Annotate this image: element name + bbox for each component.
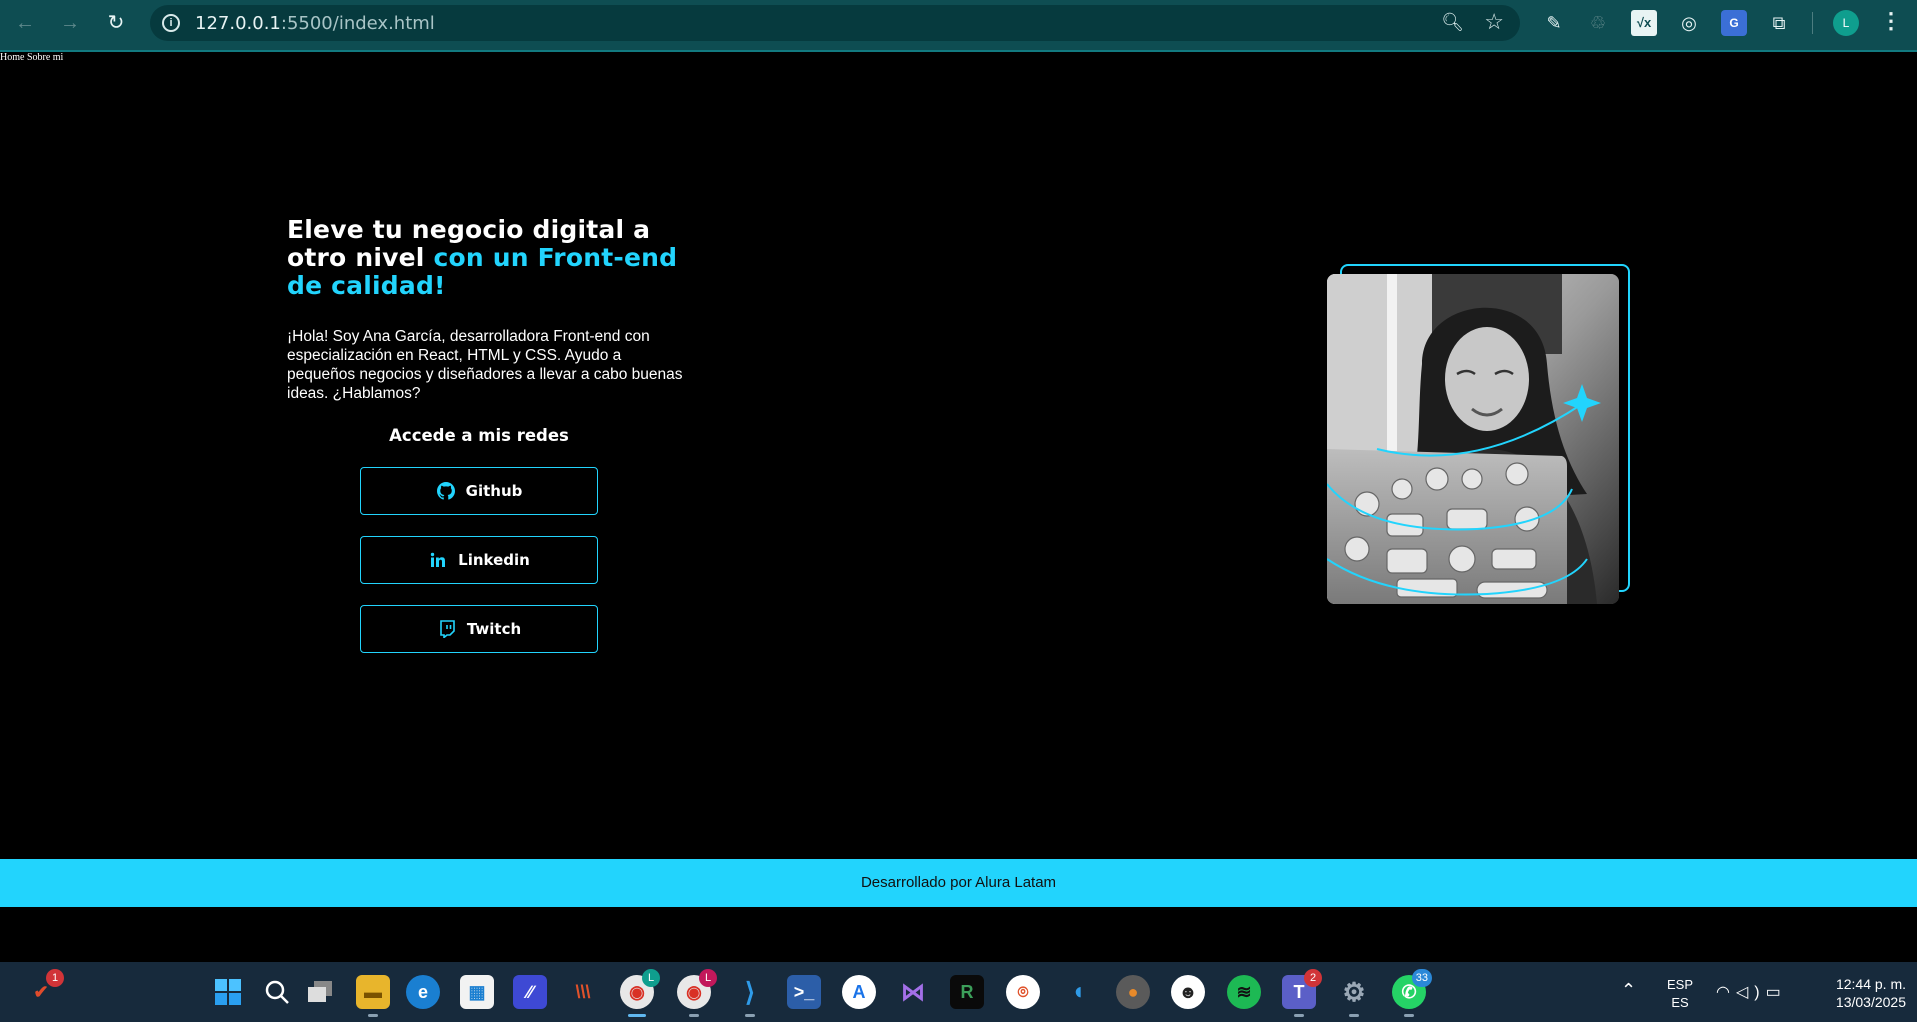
spotify-icon[interactable]: ≋	[1227, 975, 1261, 1009]
file-explorer-icon[interactable]: ▬	[356, 975, 390, 1017]
hero-title: Eleve tu negocio digital a otro nivel co…	[287, 216, 687, 300]
github-label: Github	[465, 482, 523, 500]
task-view-icon[interactable]	[303, 975, 337, 1009]
chrome-second-profile-icon[interactable]: ◉ L	[677, 969, 717, 1017]
math-extension-icon[interactable]: √x	[1631, 10, 1657, 36]
todo-app-icon[interactable]: ✔ 1	[24, 969, 64, 1009]
linkedin-button[interactable]: Linkedin	[360, 536, 598, 584]
language-code: ESP	[1666, 977, 1693, 992]
todo-badge: 1	[46, 969, 64, 987]
clock[interactable]: 12:44 p. m. 13/03/2025	[1808, 975, 1906, 1011]
clock-date: 13/03/2025	[1835, 994, 1906, 1010]
back-arrow-icon[interactable]: ←	[12, 10, 38, 36]
eyedropper-extension-icon[interactable]: ✎	[1541, 10, 1567, 36]
search-icon[interactable]	[260, 975, 294, 1009]
visual-studio-icon[interactable]: ⋈	[896, 975, 930, 1009]
chrome-profile-badge: L	[642, 969, 660, 987]
chrome-second-profile-badge: L	[699, 969, 717, 987]
running-indicator	[689, 1014, 699, 1017]
running-indicator	[368, 1014, 378, 1017]
microsoft-store-icon[interactable]: ▦	[460, 975, 494, 1009]
vscode-icon[interactable]: ⟩	[733, 975, 767, 1017]
edge-browser-icon[interactable]: e	[406, 975, 440, 1009]
top-nav-links[interactable]: Home Sobre mi	[0, 52, 63, 63]
hero-description: ¡Hola! Soy Ana García, desarrolladora Fr…	[287, 328, 683, 402]
bookmark-star-icon[interactable]: ☆	[1484, 9, 1504, 35]
volume-icon[interactable]: ◁)	[1736, 984, 1766, 1001]
github-button[interactable]: Github	[360, 467, 598, 515]
language-indicator[interactable]: ESP ES	[1665, 976, 1695, 1012]
whatsapp-icon[interactable]: ✆ 33	[1392, 969, 1432, 1017]
github-icon	[436, 481, 456, 501]
footer: Desarrollado por Alura Latam	[0, 859, 1917, 907]
reload-icon[interactable]: ↻	[103, 10, 129, 36]
chrome-profile-icon[interactable]: ◉ L	[620, 969, 660, 1017]
profile-avatar[interactable]: L	[1833, 10, 1859, 36]
settings-gear-icon[interactable]: ⚙	[1337, 975, 1371, 1017]
url-text[interactable]: 127.0.0.1:5500/index.html	[195, 13, 435, 34]
profile-photo	[1327, 274, 1619, 604]
whatsapp-badge: 33	[1411, 969, 1432, 987]
teams-icon[interactable]: T2	[1282, 969, 1322, 1017]
windows-start-icon[interactable]	[211, 975, 245, 1009]
forward-arrow-icon[interactable]: →	[57, 10, 83, 36]
running-indicator	[1404, 1014, 1414, 1017]
menu-kebab-icon[interactable]: ⋮	[1880, 8, 1902, 34]
code-editor-icon[interactable]: ∕∕	[513, 975, 547, 1009]
android-studio-icon[interactable]: A	[842, 975, 876, 1009]
twitch-label: Twitch	[466, 620, 522, 638]
toolbar-divider	[1812, 12, 1813, 34]
active-indicator	[628, 1014, 646, 1017]
windows-taskbar: ✔ 1 ▬ e ▦ ∕∕ \\\ ◉ L ◉ L ⟩ >_ A ⋈ R ⌾ ◖ ● ☻…	[0, 962, 1917, 1022]
running-indicator	[1349, 1014, 1359, 1017]
alien-app-icon[interactable]: ☻	[1171, 975, 1205, 1009]
system-tray-icons[interactable]: ◠◁)▭	[1716, 982, 1787, 1002]
powershell-icon[interactable]: >_	[787, 975, 821, 1009]
url-host: 127.0.0.1	[195, 13, 281, 34]
teams-badge: 2	[1304, 969, 1322, 987]
puzzle-extensions-icon[interactable]: ⧉	[1766, 10, 1792, 36]
tray-chevron-up-icon[interactable]: ⌃	[1621, 980, 1636, 1001]
keyboard-layout: ES	[1671, 995, 1689, 1010]
running-indicator	[1294, 1014, 1304, 1017]
social-heading: Accede a mis redes	[389, 426, 569, 445]
address-bar[interactable]: i 127.0.0.1:5500/index.html 🔍︎ ☆	[150, 5, 1520, 41]
zoom-icon[interactable]: 🔍︎	[1441, 12, 1464, 33]
site-info-icon[interactable]: i	[162, 14, 180, 32]
linkedin-label: Linkedin	[458, 551, 530, 569]
translate-extension-icon[interactable]: G	[1721, 10, 1747, 36]
linkedin-icon	[428, 550, 448, 570]
url-path: :5500/index.html	[280, 13, 435, 34]
books-app-icon[interactable]: \\\	[566, 975, 600, 1009]
passwords-app-icon[interactable]: ⌾	[1006, 975, 1040, 1009]
twitch-icon	[437, 619, 457, 639]
rider-icon[interactable]: R	[950, 975, 984, 1009]
clock-time: 12:44 p. m.	[1835, 976, 1906, 992]
battery-icon[interactable]: ▭	[1766, 984, 1787, 1001]
game-launcher-icon[interactable]: ●	[1116, 975, 1150, 1009]
running-indicator	[745, 1014, 755, 1017]
web-page: Home Sobre mi Eleve tu negocio digital a…	[0, 52, 1917, 962]
glasses-extension-icon[interactable]: ◎	[1676, 10, 1702, 36]
browser-toolbar: ← → ↻ i 127.0.0.1:5500/index.html 🔍︎ ☆ ✎…	[0, 0, 1917, 52]
elephant-app-icon[interactable]: ◖	[1061, 975, 1095, 1009]
twitch-button[interactable]: Twitch	[360, 605, 598, 653]
wifi-icon[interactable]: ◠	[1716, 984, 1736, 1001]
recycle-extension-icon[interactable]: ♲	[1585, 10, 1611, 36]
